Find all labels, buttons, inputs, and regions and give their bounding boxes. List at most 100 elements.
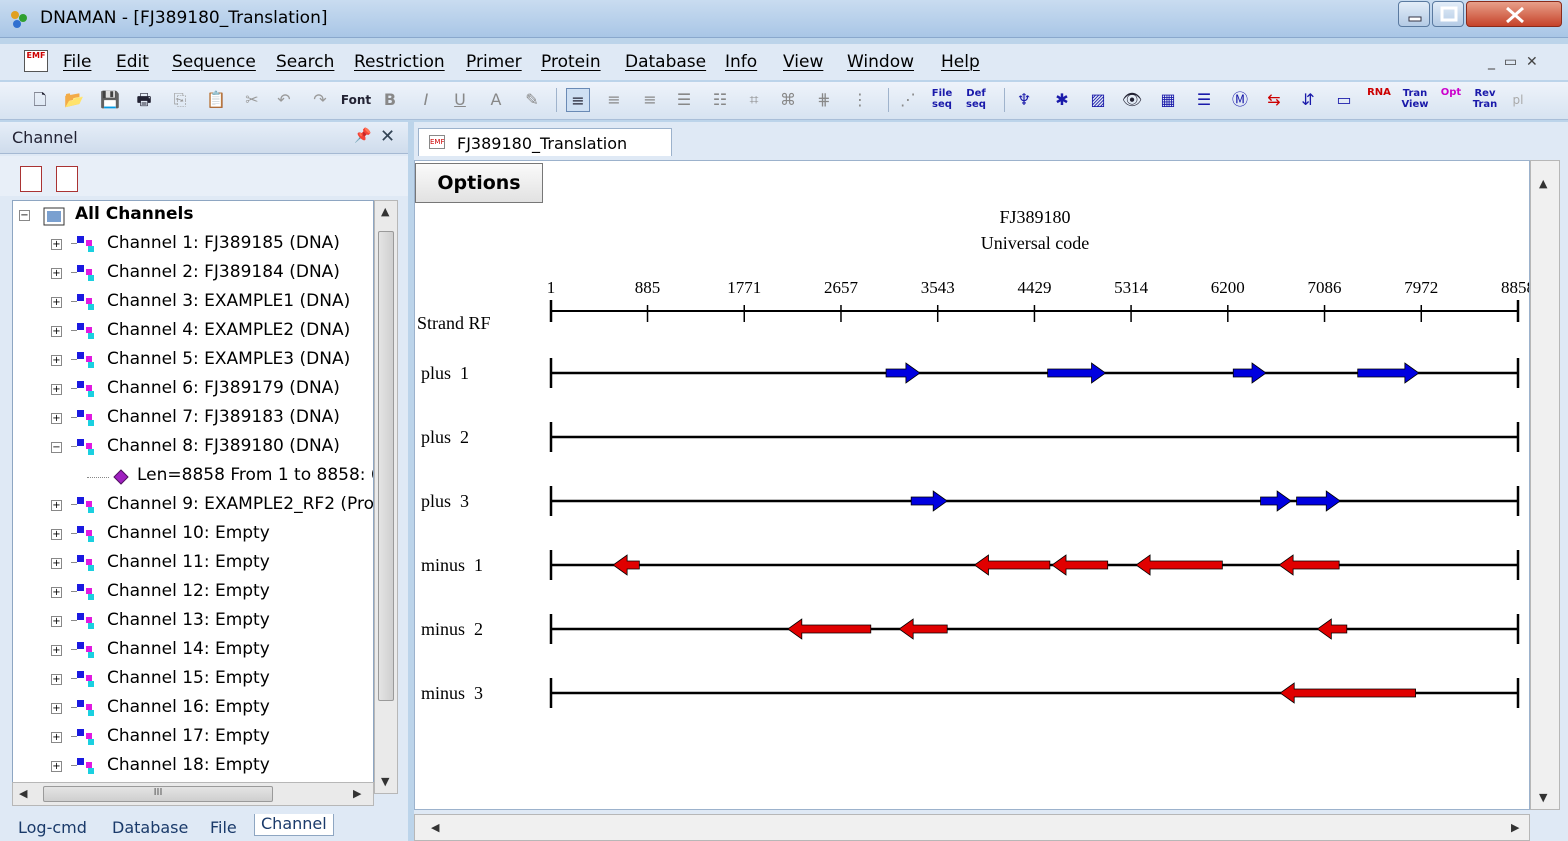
restriction-icon[interactable]: ♆ [1012, 88, 1036, 112]
align-center-icon[interactable]: ≡ [602, 88, 626, 112]
tree-hscroll-thumb[interactable]: III [43, 786, 273, 802]
font-button[interactable]: Font [340, 88, 372, 112]
emf-document-icon[interactable]: EMF [24, 50, 48, 72]
cut-icon[interactable]: ✂ [240, 88, 264, 112]
align-right-icon[interactable]: ≡ [638, 88, 662, 112]
channel-export-icon[interactable] [20, 166, 42, 192]
expand-icon[interactable]: + [51, 529, 62, 540]
tool-icon-b[interactable]: ⌘ [776, 88, 800, 112]
doc-scroll-left-icon[interactable]: ◀ [431, 821, 439, 834]
doc-scroll-up-icon[interactable]: ▲ [1539, 177, 1547, 190]
tree-channel-item[interactable]: + Channel 1: FJ389185 (DNA) [13, 230, 373, 259]
tree-channel-item[interactable]: + Channel 10: Empty [13, 520, 373, 549]
pl-icon[interactable]: pl [1506, 88, 1530, 112]
tab-database[interactable]: Database [112, 818, 188, 837]
tree-channel-item[interactable]: + Channel 7: FJ389183 (DNA) [13, 404, 373, 433]
tree-vertical-scrollbar[interactable]: ▲ ▼ [374, 200, 398, 794]
mdi-restore-icon[interactable]: ▭ [1504, 54, 1517, 70]
menu-protein[interactable]: Protein [541, 52, 601, 72]
expand-icon[interactable]: + [51, 500, 62, 511]
expand-icon[interactable]: + [51, 645, 62, 656]
menu-sequence[interactable]: Sequence [172, 52, 256, 72]
expand-icon[interactable]: + [51, 326, 62, 337]
redo-icon[interactable]: ↷ [308, 88, 332, 112]
expand-icon[interactable]: + [51, 558, 62, 569]
menu-window[interactable]: Window [847, 52, 914, 72]
opt-button[interactable]: Opt [1436, 88, 1466, 112]
save-icon[interactable]: 💾 [98, 88, 122, 112]
map-icon[interactable]: ▦ [1156, 88, 1180, 112]
tree-channel-detail[interactable]: Len=8858 From 1 to 8858: 6 [13, 462, 373, 491]
copy-icon[interactable]: ⎘ [168, 88, 192, 112]
tree-channel-item[interactable]: + Channel 11: Empty [13, 549, 373, 578]
minimize-button[interactable] [1398, 1, 1430, 27]
document-tab[interactable]: EMF FJ389180_Translation [418, 128, 672, 156]
doc-scroll-right-icon[interactable]: ▶ [1511, 821, 1519, 834]
rev-tran-button[interactable]: Rev Tran [1470, 88, 1500, 112]
pin-icon[interactable]: 📌 [354, 128, 371, 144]
scroll-right-icon[interactable]: ▶ [353, 787, 361, 800]
expand-icon[interactable]: + [51, 413, 62, 424]
expand-icon[interactable]: + [51, 732, 62, 743]
menu-file[interactable]: File [63, 52, 91, 72]
expand-icon[interactable]: + [51, 587, 62, 598]
collapse-icon[interactable]: − [51, 442, 62, 453]
def-seq-button[interactable]: Def seq [964, 88, 988, 112]
tab-file[interactable]: File [210, 818, 237, 837]
bold-button[interactable]: B [378, 88, 402, 112]
tran-view-button[interactable]: Tran View [1400, 88, 1430, 112]
marker-icon[interactable]: Ⓜ [1228, 88, 1252, 112]
italic-button[interactable]: I [414, 88, 438, 112]
close-window-button[interactable] [1466, 1, 1562, 27]
expand-icon[interactable]: + [51, 239, 62, 250]
numbered-list-icon[interactable]: ☷ [708, 88, 732, 112]
dotplot-icon[interactable]: ▨ [1086, 88, 1110, 112]
new-file-icon[interactable]: 🗋 [28, 88, 52, 112]
menu-help[interactable]: Help [941, 52, 980, 72]
expand-icon[interactable]: + [51, 384, 62, 395]
options-button[interactable]: Options [415, 163, 543, 203]
tree-channel-item[interactable]: + Channel 15: Empty [13, 665, 373, 694]
binoculars-icon[interactable]: 👁 [1120, 88, 1144, 112]
menu-info[interactable]: Info [725, 52, 757, 72]
rna-button[interactable]: RNA [1364, 88, 1394, 112]
mdi-minimize-icon[interactable]: _ [1488, 54, 1495, 70]
list-icon[interactable]: ☰ [1192, 88, 1216, 112]
tool-icon-d[interactable]: ⋮ [848, 88, 872, 112]
align-left-icon[interactable]: ≡ [566, 88, 590, 112]
enzyme-icon[interactable]: ✱ [1050, 88, 1074, 112]
tree-channel-item[interactable]: + Channel 6: FJ389179 (DNA) [13, 375, 373, 404]
expand-icon[interactable]: + [51, 297, 62, 308]
collapse-icon[interactable]: − [19, 210, 30, 221]
expand-icon[interactable]: + [51, 616, 62, 627]
mdi-close-icon[interactable]: ✕ [1526, 54, 1538, 70]
expand-icon[interactable]: + [51, 355, 62, 366]
tree-channel-item[interactable]: + Channel 9: EXAMPLE2_RF2 (Pro [13, 491, 373, 520]
graph-icon[interactable]: ▭ [1332, 88, 1356, 112]
document-horizontal-scrollbar[interactable]: ◀ ▶ [414, 814, 1530, 841]
tree-channel-item[interactable]: − Channel 8: FJ389180 (DNA) [13, 433, 373, 462]
panel-close-icon[interactable]: ✕ [380, 126, 395, 147]
tree-channel-item[interactable]: + Channel 12: Empty [13, 578, 373, 607]
underline-button[interactable]: U [448, 88, 472, 112]
menu-view[interactable]: View [783, 52, 823, 72]
tree-root[interactable]: − All Channels [13, 201, 373, 230]
tool-icon-a[interactable]: ⌗ [742, 88, 766, 112]
expand-icon[interactable]: + [51, 703, 62, 714]
tree-horizontal-scrollbar[interactable]: ◀ III ▶ [12, 782, 374, 806]
align-icon[interactable]: ⇵ [1296, 88, 1320, 112]
font-color-icon[interactable]: A [484, 88, 508, 112]
menu-primer[interactable]: Primer [466, 52, 522, 72]
tool-icon-c[interactable]: ⋕ [812, 88, 836, 112]
bullet-list-icon[interactable]: ☰ [672, 88, 696, 112]
menu-search[interactable]: Search [276, 52, 334, 72]
menu-database[interactable]: Database [625, 52, 706, 72]
reverse-icon[interactable]: ⇆ [1262, 88, 1286, 112]
menu-restriction[interactable]: Restriction [354, 52, 445, 72]
tree-channel-item[interactable]: + Channel 13: Empty [13, 607, 373, 636]
tree-channel-item[interactable]: + Channel 4: EXAMPLE2 (DNA) [13, 317, 373, 346]
highlight-icon[interactable]: ✎ [520, 88, 544, 112]
tree-channel-item[interactable]: + Channel 14: Empty [13, 636, 373, 665]
scroll-down-icon[interactable]: ▼ [381, 775, 389, 788]
tab-channel[interactable]: Channel [254, 814, 334, 836]
